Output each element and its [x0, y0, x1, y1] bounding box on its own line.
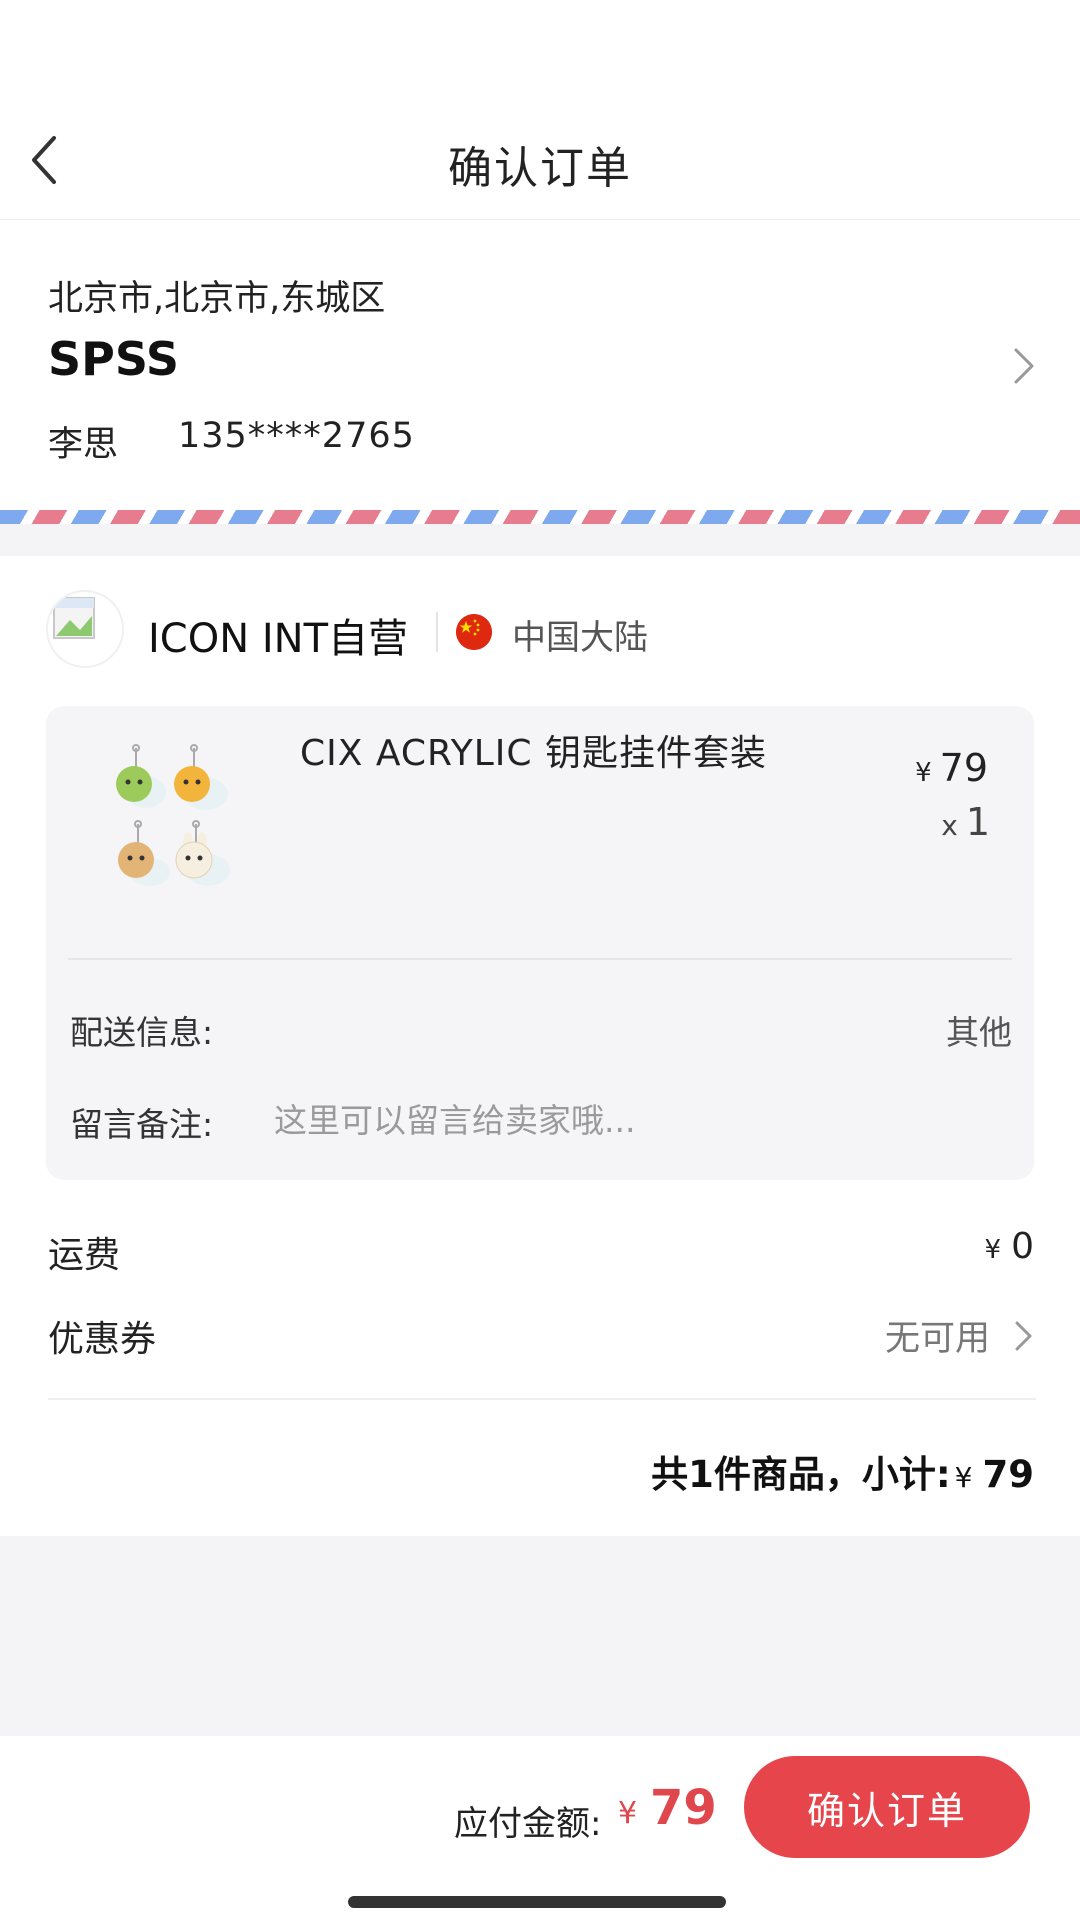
- page-title: 确认订单: [448, 143, 632, 194]
- note-input[interactable]: [274, 1092, 994, 1148]
- subtotal-label: 共1件商品，小计:: [651, 1453, 951, 1496]
- store-region: 中国大陆: [512, 618, 648, 658]
- store-divider: [436, 612, 438, 652]
- delivery-value: 其他: [946, 1013, 1012, 1052]
- currency-symbol: ¥: [984, 1235, 1002, 1265]
- airmail-border: [0, 510, 1080, 524]
- recipient-name: 李思: [48, 425, 119, 465]
- freight-label: 运费: [48, 1235, 121, 1276]
- store-logo[interactable]: [46, 590, 124, 668]
- currency-symbol: ¥: [618, 1796, 638, 1831]
- product-card: CIX ACRYLIC 钥匙挂件套装 ¥79 x1 配送信息: 其他 留言备注:: [46, 706, 1034, 1180]
- home-indicator: [348, 1896, 726, 1908]
- coupon-value: 无可用: [884, 1319, 990, 1359]
- address-card[interactable]: 北京市,北京市,东城区 SPSS 李思 135****2765: [0, 220, 1080, 510]
- freight-value: ¥0: [985, 1226, 1034, 1267]
- confirm-order-button[interactable]: 确认订单: [744, 1756, 1030, 1858]
- divider: [48, 1398, 1036, 1400]
- checkout-bar: 应付金额: ¥ 79 确认订单: [0, 1736, 1080, 1920]
- product-image-keychains: [116, 744, 230, 886]
- quantity-value: 1: [965, 800, 990, 844]
- store-name[interactable]: ICON INT自营: [148, 606, 408, 664]
- currency-symbol: ¥: [915, 758, 932, 788]
- chevron-right-icon: [1015, 1321, 1032, 1351]
- chevron-right-icon: [1014, 348, 1034, 384]
- section-gap: [0, 524, 1080, 556]
- address-detail: SPSS: [48, 332, 180, 386]
- coupon-row[interactable]: 优惠券 无可用: [0, 1296, 1080, 1376]
- note-label: 留言备注:: [70, 1105, 214, 1144]
- pay-amount: 79: [650, 1780, 717, 1836]
- recipient-phone: 135****2765: [178, 416, 415, 456]
- product-quantity: x1: [941, 800, 990, 844]
- quantity-prefix: x: [941, 809, 958, 842]
- product-name[interactable]: CIX ACRYLIC 钥匙挂件套装: [300, 724, 767, 776]
- coupon-label: 优惠券: [48, 1319, 157, 1360]
- china-flag-icon: [456, 614, 492, 650]
- product-price: ¥79: [915, 746, 988, 790]
- product-thumbnail[interactable]: [98, 744, 278, 904]
- divider: [68, 958, 1012, 960]
- currency-symbol: ¥: [954, 1461, 973, 1494]
- freight-amount: 0: [1011, 1226, 1034, 1267]
- nav-header: 确认订单: [0, 0, 1080, 220]
- address-region: 北京市,北京市,东城区: [48, 279, 386, 319]
- subtotal-value: 79: [982, 1453, 1035, 1496]
- order-section: ICON INT自营 中国大陆 CIX ACRYLIC 钥匙挂件套装 ¥ 79 …: [0, 556, 1080, 1536]
- pay-label: 应付金额:: [454, 1804, 602, 1844]
- delivery-label: 配送信息:: [70, 1013, 214, 1052]
- subtotal: 共1件商品，小计: ¥79: [651, 1444, 1034, 1498]
- broken-image-icon: [53, 597, 95, 639]
- price-value: 79: [939, 746, 988, 790]
